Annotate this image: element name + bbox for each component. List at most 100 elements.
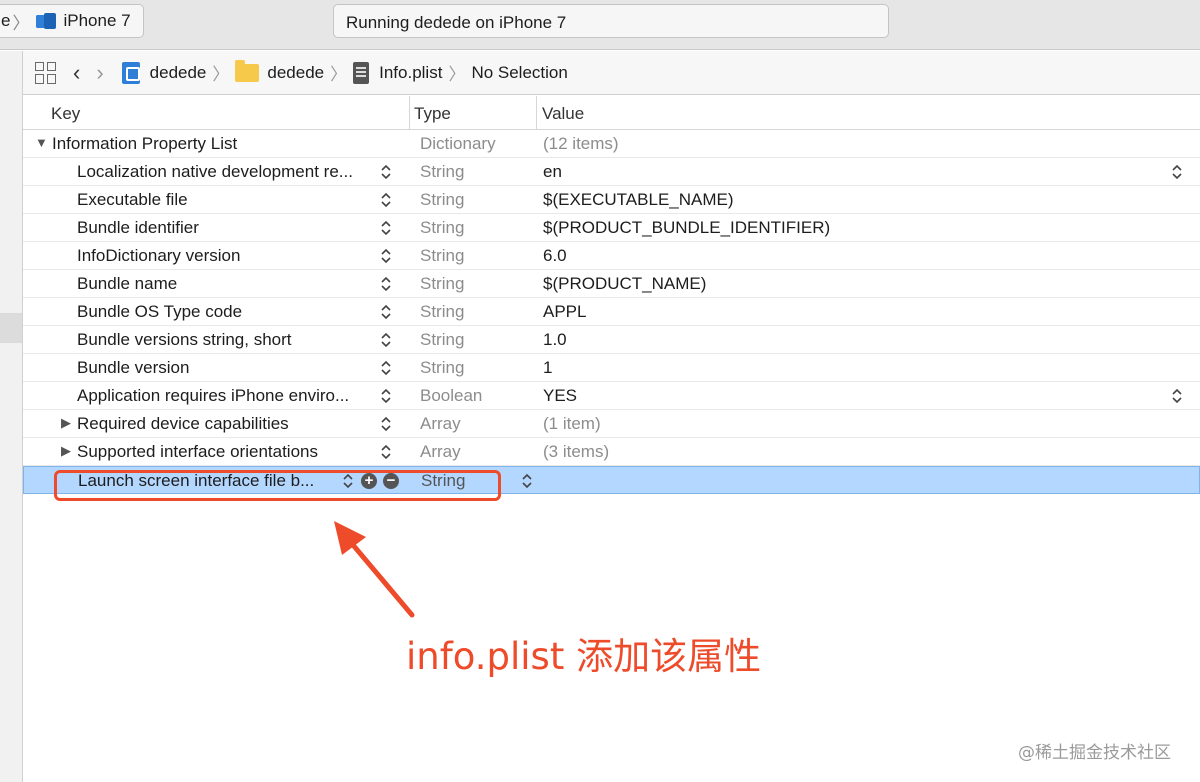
key-chooser-stepper-icon[interactable]	[380, 191, 392, 209]
annotation-text: info.plist 添加该属性	[406, 635, 762, 678]
row-value[interactable]: $(EXECUTABLE_NAME)	[543, 190, 734, 210]
scheme-selector[interactable]: e 〉 iPhone 7	[0, 4, 144, 38]
row-type: Array	[420, 442, 461, 461]
xcode-project-icon	[121, 61, 140, 84]
column-divider[interactable]	[409, 96, 410, 130]
table-row[interactable]: Bundle version String 1	[23, 354, 1200, 382]
row-key: Bundle versions string, short	[77, 330, 292, 349]
forward-arrow-icon[interactable]: ›	[96, 61, 103, 84]
row-value[interactable]: 1	[543, 358, 552, 378]
row-type: String	[420, 274, 465, 293]
table-row[interactable]: Bundle OS Type code String APPL	[23, 298, 1200, 326]
row-type: String	[420, 302, 465, 321]
chevron-right-icon: 〉	[448, 65, 466, 84]
table-row-root[interactable]: ▼ Information Property List Dictionary (…	[23, 130, 1200, 158]
row-key: Supported interface orientations	[77, 442, 318, 461]
row-value: (12 items)	[543, 134, 619, 153]
key-chooser-stepper-icon[interactable]	[380, 163, 392, 181]
row-type: String	[420, 162, 465, 181]
key-chooser-stepper-icon[interactable]	[380, 359, 392, 377]
table-row[interactable]: Executable file String $(EXECUTABLE_NAME)	[23, 186, 1200, 214]
column-divider[interactable]	[536, 96, 537, 130]
row-value[interactable]: $(PRODUCT_NAME)	[543, 274, 706, 294]
table-row[interactable]: Bundle name String $(PRODUCT_NAME)	[23, 270, 1200, 298]
row-key: InfoDictionary version	[77, 246, 241, 265]
table-row[interactable]: ▶ Supported interface orientations Array (3…	[23, 438, 1200, 466]
row-key: Application requires iPhone enviro...	[77, 386, 350, 405]
gutter-selection	[0, 313, 22, 343]
breadcrumb-file[interactable]: Info.plist	[379, 63, 442, 83]
value-chooser-stepper-icon[interactable]	[1171, 387, 1183, 405]
value-chooser-stepper-icon[interactable]	[1171, 163, 1183, 181]
breadcrumb: dedede 〉 dedede 〉 Info.plist 〉 No Select…	[121, 59, 568, 85]
breadcrumb-project[interactable]: dedede	[150, 63, 207, 83]
key-chooser-stepper-icon[interactable]	[380, 387, 392, 405]
back-arrow-icon[interactable]: ‹	[73, 61, 80, 84]
breadcrumb-group[interactable]: dedede	[267, 63, 324, 83]
navigator-gutter	[0, 51, 23, 782]
row-key: Localization native development re...	[77, 162, 353, 181]
row-value[interactable]: APPL	[543, 302, 586, 322]
table-row[interactable]: Localization native development re... Str…	[23, 158, 1200, 186]
disclosure-collapsed-icon[interactable]: ▶	[61, 415, 71, 431]
key-chooser-stepper-icon[interactable]	[380, 331, 392, 349]
key-chooser-stepper-icon[interactable]	[380, 219, 392, 237]
device-icon	[35, 12, 57, 30]
row-type: Boolean	[420, 386, 483, 405]
scheme-name: e	[1, 11, 11, 30]
column-header-type[interactable]: Type	[414, 104, 451, 124]
row-key: Bundle identifier	[77, 218, 199, 237]
row-key: Required device capabilities	[77, 414, 289, 433]
row-key: Information Property List	[52, 134, 238, 153]
row-type: Array	[420, 414, 461, 433]
watermark: @稀土掘金技术社区	[1018, 743, 1171, 763]
chevron-right-icon: 〉	[212, 65, 230, 84]
row-type: String	[420, 190, 465, 209]
chevron-right-icon: 〉	[12, 13, 30, 33]
row-value[interactable]: 1.0	[543, 330, 567, 350]
plist-editor: Key Type Value ▼ Information Property Li…	[23, 96, 1200, 494]
device-name: iPhone 7	[63, 11, 131, 30]
plist-file-icon	[353, 61, 370, 84]
jump-bar: ‹ › dedede 〉 dedede 〉 Info.plist 〉 No Se…	[23, 51, 1200, 95]
row-value[interactable]: YES	[543, 386, 577, 406]
row-key: Bundle OS Type code	[77, 302, 243, 321]
column-header-key[interactable]: Key	[51, 104, 80, 124]
row-type: String	[420, 330, 465, 349]
disclosure-expanded-icon[interactable]: ▼	[35, 135, 48, 150]
column-header-value[interactable]: Value	[542, 104, 584, 124]
key-chooser-stepper-icon[interactable]	[380, 275, 392, 293]
row-key: Executable file	[77, 190, 188, 209]
disclosure-collapsed-icon[interactable]: ▶	[61, 443, 71, 459]
table-row[interactable]: Bundle identifier String $(PRODUCT_BUNDLE_…	[23, 214, 1200, 242]
annotation-highlight-box	[54, 470, 501, 501]
key-chooser-stepper-icon[interactable]	[380, 247, 392, 265]
row-type: String	[420, 246, 465, 265]
row-type: Dictionary	[420, 134, 496, 153]
table-row[interactable]: ▶ Required device capabilities Array (1 ite…	[23, 410, 1200, 438]
activity-viewer: Running dedede on iPhone 7	[333, 4, 889, 38]
value-chooser-stepper-icon[interactable]	[521, 472, 533, 490]
breadcrumb-selection[interactable]: No Selection	[471, 63, 567, 83]
folder-icon	[235, 59, 260, 82]
row-key: Bundle version	[77, 358, 190, 377]
table-row[interactable]: Application requires iPhone enviro... Boo…	[23, 382, 1200, 410]
key-chooser-stepper-icon[interactable]	[380, 443, 392, 461]
row-value[interactable]: en	[543, 162, 562, 182]
related-items-icon[interactable]	[35, 61, 57, 84]
row-type: String	[420, 218, 465, 237]
chevron-right-icon: 〉	[330, 65, 348, 84]
annotation-arrow-icon	[334, 521, 415, 618]
row-type: String	[420, 358, 465, 377]
table-row[interactable]: InfoDictionary version String 6.0	[23, 242, 1200, 270]
row-value[interactable]: (3 items)	[543, 442, 609, 462]
key-chooser-stepper-icon[interactable]	[380, 303, 392, 321]
table-row[interactable]: Bundle versions string, short String 1.0	[23, 326, 1200, 354]
row-key: Bundle name	[77, 274, 178, 293]
window-titlebar: e 〉 iPhone 7 Running dedede on iPhone 7	[0, 0, 1200, 50]
row-value[interactable]: $(PRODUCT_BUNDLE_IDENTIFIER)	[543, 218, 830, 238]
row-value[interactable]: 6.0	[543, 246, 567, 266]
row-value[interactable]: (1 item)	[543, 414, 601, 434]
table-header: Key Type Value	[23, 96, 1200, 130]
key-chooser-stepper-icon[interactable]	[380, 415, 392, 433]
